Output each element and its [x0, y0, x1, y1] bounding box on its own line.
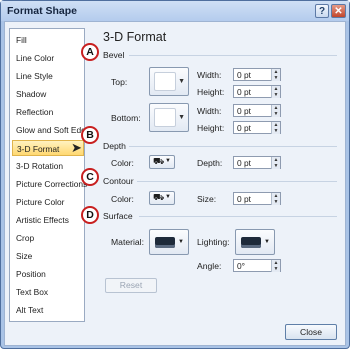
callout-b: B	[81, 126, 99, 144]
surface-divider	[139, 216, 337, 217]
sidebar-item-fill[interactable]: Fill	[12, 32, 84, 48]
bevel-bottom-preview-icon	[154, 108, 176, 127]
dialog-body: Fill Line Color Line Style Shadow Reflec…	[4, 21, 346, 346]
sidebar-item-line-color[interactable]: Line Color	[12, 50, 84, 66]
contour-section-label: Contour	[103, 176, 134, 186]
sidebar-item-shadow[interactable]: Shadow	[12, 86, 84, 102]
format-panel: 3-D Format Bevel Top: ▼ Width: 0 pt ▲ ▼ …	[93, 28, 343, 293]
bevel-top-height-value: 0 pt	[237, 87, 251, 97]
chevron-down-icon: ▼	[264, 239, 270, 245]
help-button[interactable]: ?	[315, 4, 329, 18]
spin-down-icon[interactable]: ▼	[271, 75, 280, 81]
callout-c: C	[81, 168, 99, 186]
angle-stepper[interactable]: 0° ▲ ▼	[233, 259, 281, 272]
sidebar-item-crop[interactable]: Crop	[12, 230, 84, 246]
close-button[interactable]: Close	[285, 324, 337, 340]
contour-color-label: Color:	[111, 194, 134, 204]
surface-section-label: Surface	[103, 211, 133, 221]
lighting-label: Lighting:	[197, 237, 230, 247]
contour-size-value: 0 pt	[237, 194, 251, 204]
depth-section-label: Depth	[103, 141, 126, 151]
bevel-bottom-height-stepper[interactable]: 0 pt ▲ ▼	[233, 121, 281, 134]
bevel-section-label: Bevel	[103, 50, 125, 60]
chevron-down-icon: ▼	[165, 158, 171, 164]
spin-down-icon[interactable]: ▼	[271, 111, 280, 117]
close-icon[interactable]: ✕	[331, 4, 346, 18]
bevel-bottom-dropdown[interactable]: ▼	[149, 103, 189, 132]
spin-down-icon[interactable]: ▼	[271, 199, 280, 205]
callout-a: A	[81, 43, 99, 61]
lighting-dropdown[interactable]: ▼	[235, 229, 275, 255]
paint-bucket-icon: ⛟	[153, 192, 165, 202]
depth-color-picker[interactable]: ⛟ ▼	[149, 155, 175, 169]
material-dropdown[interactable]: ▼	[149, 229, 189, 255]
contour-divider	[137, 181, 337, 182]
sidebar-item-size[interactable]: Size	[12, 248, 84, 264]
sidebar-item-line-style[interactable]: Line Style	[12, 68, 84, 84]
spin-down-icon[interactable]: ▼	[271, 92, 280, 98]
mouse-cursor-icon: ➤	[71, 140, 82, 155]
contour-size-stepper[interactable]: 0 pt ▲ ▼	[233, 192, 281, 205]
sidebar-item-glow-soft-edges[interactable]: Glow and Soft Edges	[12, 122, 95, 138]
depth-label: Depth:	[197, 158, 223, 168]
bevel-bottom-height-label: Height:	[197, 123, 225, 133]
bevel-bottom-width-value: 0 pt	[237, 106, 251, 116]
chevron-down-icon: ▼	[178, 78, 185, 85]
bevel-top-width-value: 0 pt	[237, 70, 251, 80]
paint-bucket-icon: ⛟	[153, 156, 165, 166]
title-bar: Format Shape ? ✕	[1, 1, 349, 21]
bevel-top-label: Top:	[111, 77, 128, 87]
sidebar-item-position[interactable]: Position	[12, 266, 84, 282]
bevel-top-preview-icon	[154, 72, 176, 91]
dialog-title: Format Shape	[7, 5, 78, 17]
sidebar-item-3d-rotation[interactable]: 3-D Rotation	[12, 158, 84, 174]
sidebar-item-alt-text[interactable]: Alt Text	[12, 302, 84, 318]
contour-size-label: Size:	[197, 194, 217, 204]
sidebar-item-reflection[interactable]: Reflection	[12, 104, 84, 120]
bevel-bottom-height-value: 0 pt	[237, 123, 251, 133]
bevel-divider	[129, 55, 337, 56]
bevel-bottom-label: Bottom:	[111, 113, 141, 123]
sidebar-item-picture-corrections[interactable]: Picture Corrections	[12, 176, 87, 192]
chevron-down-icon: ▼	[178, 239, 184, 245]
bevel-top-dropdown[interactable]: ▼	[149, 67, 189, 96]
material-preview-icon	[155, 237, 175, 248]
depth-value: 0 pt	[237, 158, 251, 168]
bevel-top-height-stepper[interactable]: 0 pt ▲ ▼	[233, 85, 281, 98]
format-shape-dialog: Format Shape ? ✕ Fill Line Color Line St…	[0, 0, 350, 349]
bevel-bottom-width-label: Width:	[197, 106, 222, 116]
sidebar-item-text-box[interactable]: Text Box	[12, 284, 84, 300]
chevron-down-icon: ▼	[165, 194, 171, 200]
angle-label: Angle:	[197, 261, 222, 271]
spin-down-icon[interactable]: ▼	[271, 163, 280, 169]
category-list: Fill Line Color Line Style Shadow Reflec…	[9, 28, 95, 322]
reset-button[interactable]: Reset	[105, 278, 157, 293]
page-title: 3-D Format	[103, 30, 167, 44]
sidebar-item-artistic-effects[interactable]: Artistic Effects	[12, 212, 84, 228]
bevel-bottom-width-stepper[interactable]: 0 pt ▲ ▼	[233, 104, 281, 117]
depth-stepper[interactable]: 0 pt ▲ ▼	[233, 156, 281, 169]
material-label: Material:	[111, 237, 144, 247]
spin-down-icon[interactable]: ▼	[271, 128, 280, 134]
chevron-down-icon: ▼	[178, 114, 185, 121]
callout-d: D	[81, 206, 99, 224]
sidebar-item-picture-color[interactable]: Picture Color	[12, 194, 84, 210]
depth-color-label: Color:	[111, 158, 134, 168]
bevel-top-height-label: Height:	[197, 87, 225, 97]
depth-divider	[129, 146, 337, 147]
bevel-top-width-label: Width:	[197, 70, 222, 80]
spin-down-icon[interactable]: ▼	[271, 266, 280, 272]
bevel-top-width-stepper[interactable]: 0 pt ▲ ▼	[233, 68, 281, 81]
contour-color-picker[interactable]: ⛟ ▼	[149, 191, 175, 205]
lighting-preview-icon	[241, 237, 261, 248]
angle-value: 0°	[237, 261, 246, 271]
